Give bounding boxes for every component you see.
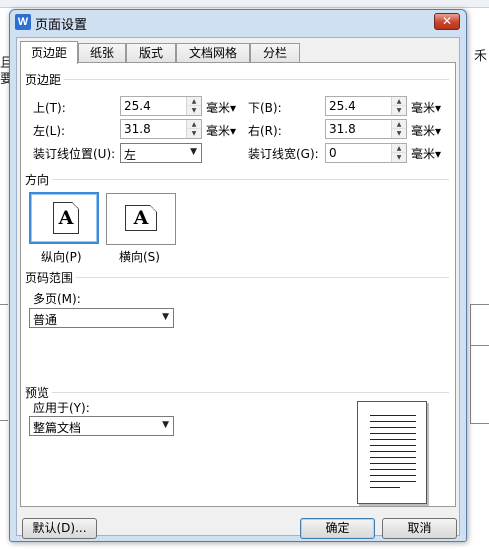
- apply-to-select[interactable]: 整篇文档 ▼: [29, 416, 174, 436]
- doc-table-line: [470, 304, 489, 305]
- doc-text: 禾: [473, 49, 487, 64]
- ok-button[interactable]: 确定: [300, 518, 375, 539]
- doc-table-line: [470, 304, 471, 424]
- tab-columns[interactable]: 分栏: [250, 43, 300, 63]
- right-margin-label: 右(R):: [248, 124, 282, 138]
- orientation-section-label: 方向: [25, 171, 53, 188]
- gutter-position-value[interactable]: 左: [124, 146, 136, 163]
- wps-writer-icon: W: [15, 14, 31, 30]
- margins-panel: 页边距 上(T): 25.4 ▲ ▼ 毫米▾ 下(B): 25.4 ▲ ▼ 毫米▾ …: [20, 62, 456, 507]
- section-divider: [29, 179, 449, 180]
- landscape-label[interactable]: 横向(S): [119, 248, 160, 265]
- gutter-position-select[interactable]: 左 ▼: [120, 143, 202, 163]
- page-glyph: A: [58, 207, 74, 229]
- doc-table-line: [0, 420, 8, 421]
- bottom-margin-label: 下(B):: [248, 101, 282, 115]
- spin-down-icon[interactable]: ▼: [392, 129, 406, 138]
- apply-to-label: 应用于(Y):: [33, 401, 90, 415]
- top-margin-stepper[interactable]: 25.4 ▲ ▼: [120, 96, 202, 116]
- bottom-margin-stepper[interactable]: 25.4 ▲ ▼: [325, 96, 407, 116]
- multiple-pages-label: 多页(M):: [33, 292, 81, 306]
- close-button[interactable]: ✕: [434, 13, 460, 30]
- page-glyph: A: [133, 207, 149, 229]
- apply-to-value[interactable]: 整篇文档: [33, 419, 81, 436]
- tab-paper[interactable]: 纸张: [78, 43, 126, 63]
- left-margin-stepper[interactable]: 31.8 ▲ ▼: [120, 119, 202, 139]
- left-margin-unit[interactable]: 毫米▾: [206, 122, 236, 139]
- stepper-arrows[interactable]: ▲ ▼: [186, 120, 201, 138]
- doc-table-line: [470, 423, 489, 424]
- margins-section-label: 页边距: [25, 71, 65, 88]
- dialog-client: 页边距 纸张 版式 文档网格 分栏 页边距 上(T): 25.4 ▲ ▼ 毫米▾ …: [16, 37, 460, 539]
- stepper-arrows[interactable]: ▲ ▼: [391, 120, 406, 138]
- page-fold: [72, 202, 79, 209]
- doc-table-line: [0, 304, 8, 305]
- multiple-pages-select[interactable]: 普通 ▼: [29, 308, 174, 328]
- page-preview: [357, 401, 427, 504]
- section-divider: [29, 277, 449, 278]
- dialog-title: 页面设置: [35, 18, 88, 33]
- spin-up-icon[interactable]: ▲: [392, 120, 406, 129]
- top-margin-label: 上(T):: [33, 101, 66, 115]
- spin-down-icon[interactable]: ▼: [392, 153, 406, 162]
- gutter-width-unit[interactable]: 毫米▾: [411, 145, 441, 162]
- tab-document-grid[interactable]: 文档网格: [176, 43, 250, 63]
- spin-up-icon[interactable]: ▲: [392, 144, 406, 153]
- section-divider: [29, 392, 449, 393]
- gutter-width-value[interactable]: 0: [329, 146, 337, 160]
- dialog-titlebar[interactable]: W 页面设置 ✕: [10, 10, 466, 34]
- chevron-down-icon[interactable]: ▼: [162, 312, 169, 322]
- gutter-position-label: 装订线位置(U):: [33, 147, 116, 161]
- tab-layout[interactable]: 版式: [126, 43, 176, 63]
- ribbon-strip: [0, 0, 489, 8]
- right-margin-value[interactable]: 31.8: [329, 122, 356, 136]
- cancel-button[interactable]: 取消: [382, 518, 457, 539]
- bottom-margin-unit[interactable]: 毫米▾: [411, 99, 441, 116]
- gutter-width-stepper[interactable]: 0 ▲ ▼: [325, 143, 407, 163]
- section-divider: [29, 79, 449, 80]
- page-fold: [150, 205, 157, 212]
- portrait-option[interactable]: A: [29, 192, 99, 244]
- pages-section-label: 页码范围: [25, 269, 77, 286]
- spin-up-icon[interactable]: ▲: [187, 120, 201, 129]
- chevron-down-icon[interactable]: ▼: [162, 420, 169, 430]
- portrait-label[interactable]: 纵向(P): [41, 248, 82, 265]
- tab-margins[interactable]: 页边距: [20, 41, 78, 64]
- page-setup-dialog: W 页面设置 ✕ 页边距 纸张 版式 文档网格 分栏 页边距 上(T): 25.…: [9, 9, 467, 542]
- right-margin-unit[interactable]: 毫米▾: [411, 122, 441, 139]
- spin-up-icon[interactable]: ▲: [187, 97, 201, 106]
- left-margin-label: 左(L):: [33, 124, 66, 138]
- landscape-option[interactable]: A: [106, 193, 176, 245]
- default-button[interactable]: 默认(D)...: [22, 518, 97, 539]
- gutter-width-label: 装订线宽(G):: [248, 147, 319, 161]
- stepper-arrows[interactable]: ▲ ▼: [391, 97, 406, 115]
- spin-up-icon[interactable]: ▲: [392, 97, 406, 106]
- doc-table-line: [470, 345, 489, 346]
- top-margin-value[interactable]: 25.4: [124, 99, 151, 113]
- right-margin-stepper[interactable]: 31.8 ▲ ▼: [325, 119, 407, 139]
- spin-down-icon[interactable]: ▼: [187, 129, 201, 138]
- bottom-margin-value[interactable]: 25.4: [329, 99, 356, 113]
- chevron-down-icon[interactable]: ▼: [190, 147, 197, 157]
- landscape-page-icon: A: [125, 205, 157, 231]
- spin-down-icon[interactable]: ▼: [392, 106, 406, 115]
- stepper-arrows[interactable]: ▲ ▼: [391, 144, 406, 162]
- multiple-pages-value[interactable]: 普通: [33, 311, 57, 328]
- portrait-page-icon: A: [53, 202, 79, 234]
- top-margin-unit[interactable]: 毫米▾: [206, 99, 236, 116]
- spin-down-icon[interactable]: ▼: [187, 106, 201, 115]
- stepper-arrows[interactable]: ▲ ▼: [186, 97, 201, 115]
- left-margin-value[interactable]: 31.8: [124, 122, 151, 136]
